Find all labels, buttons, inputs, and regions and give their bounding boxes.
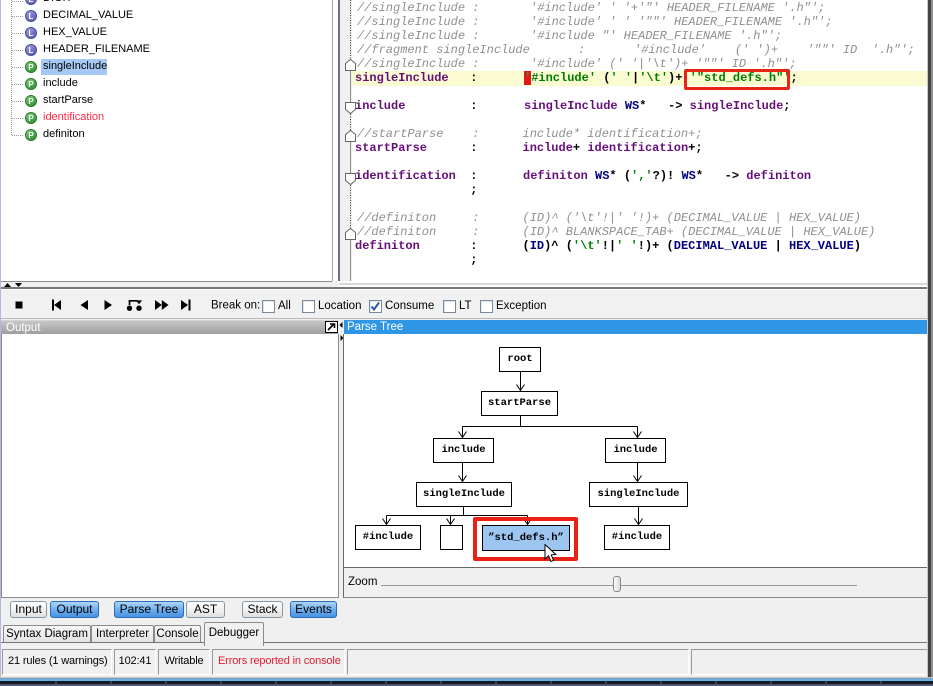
svg-text:Break on:: Break on: [211,300,260,312]
